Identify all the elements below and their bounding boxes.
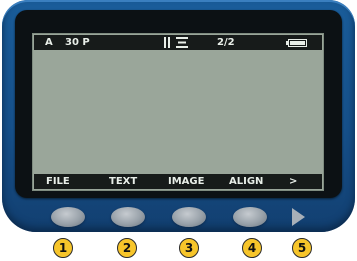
callout-3: 3 xyxy=(179,238,199,258)
status-bar: A 30 P 2/2 xyxy=(34,35,322,50)
callout-1: 1 xyxy=(53,238,73,258)
softkey-text: TEXT xyxy=(109,176,138,187)
callout-5: 5 xyxy=(292,238,312,258)
softkey-image: IMAGE xyxy=(168,176,205,187)
softkey-file: FILE xyxy=(46,176,70,187)
hardware-button-3[interactable] xyxy=(172,207,206,227)
lcd-screen: A 30 P 2/2 FILE TEXT IMAGE ALIGN > xyxy=(32,33,324,191)
page-indicator: 2/2 xyxy=(217,37,235,48)
battery-icon xyxy=(286,39,307,47)
hardware-button-4[interactable] xyxy=(233,207,267,227)
callout-2: 2 xyxy=(117,238,137,258)
font-size-indicator: 30 P xyxy=(65,37,90,48)
softkey-align: ALIGN xyxy=(229,176,264,187)
justify-align-icon xyxy=(164,37,188,48)
mode-indicator: A xyxy=(45,37,53,48)
hardware-button-1[interactable] xyxy=(51,207,85,227)
softkey-bar: FILE TEXT IMAGE ALIGN > xyxy=(34,174,322,189)
softkey-next: > xyxy=(289,176,298,187)
arrow-right-button-icon[interactable] xyxy=(292,208,305,226)
callout-4: 4 xyxy=(242,238,262,258)
hardware-button-2[interactable] xyxy=(111,207,145,227)
